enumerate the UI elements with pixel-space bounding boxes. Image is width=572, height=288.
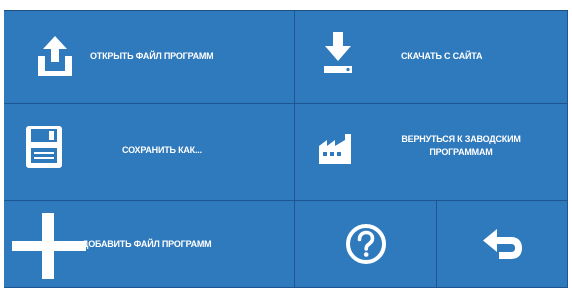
back-button[interactable] [437,201,568,288]
factory-reset-button[interactable]: ВЕРНУТЬСЯ К ЗАВОДСКИМ ПРОГРАММАМ [295,104,568,201]
save-as-button[interactable]: СОХРАНИТЬ КАК... [4,104,295,201]
download-icon [324,32,352,73]
add-program-file-label: ДОБАВИТЬ ФАЙЛ ПРОГРАММ [82,239,212,249]
upload-icon [38,36,72,76]
add-program-file-button[interactable]: ДОБАВИТЬ ФАЙЛ ПРОГРАММ [4,201,295,288]
return-arrow-icon [483,229,522,259]
download-from-site-button[interactable]: СКАЧАТЬ С САЙТА [295,11,568,104]
factory-reset-label: ВЕРНУТЬСЯ К ЗАВОДСКИМ ПРОГРАММАМ [372,133,550,159]
save-as-label: СОХРАНИТЬ КАК... [122,145,202,155]
factory-reset-label-line1: ВЕРНУТЬСЯ К ЗАВОДСКИМ [401,134,521,144]
download-from-site-label: СКАЧАТЬ С САЙТА [401,51,483,61]
factory-icon [319,134,351,164]
question-mark-icon [346,224,386,264]
help-button[interactable] [295,201,437,288]
factory-reset-label-line2: ПРОГРАММАМ [429,147,493,157]
open-program-file-button[interactable]: ОТКРЫТЬ ФАЙЛ ПРОГРАММ [4,11,295,104]
open-program-file-label: ОТКРЫТЬ ФАЙЛ ПРОГРАММ [90,51,214,61]
plus-icon [12,213,86,279]
floppy-disk-icon [26,126,62,168]
program-menu-panel: ОТКРЫТЬ ФАЙЛ ПРОГРАММ СКАЧАТЬ С САЙТА СО… [4,10,568,288]
